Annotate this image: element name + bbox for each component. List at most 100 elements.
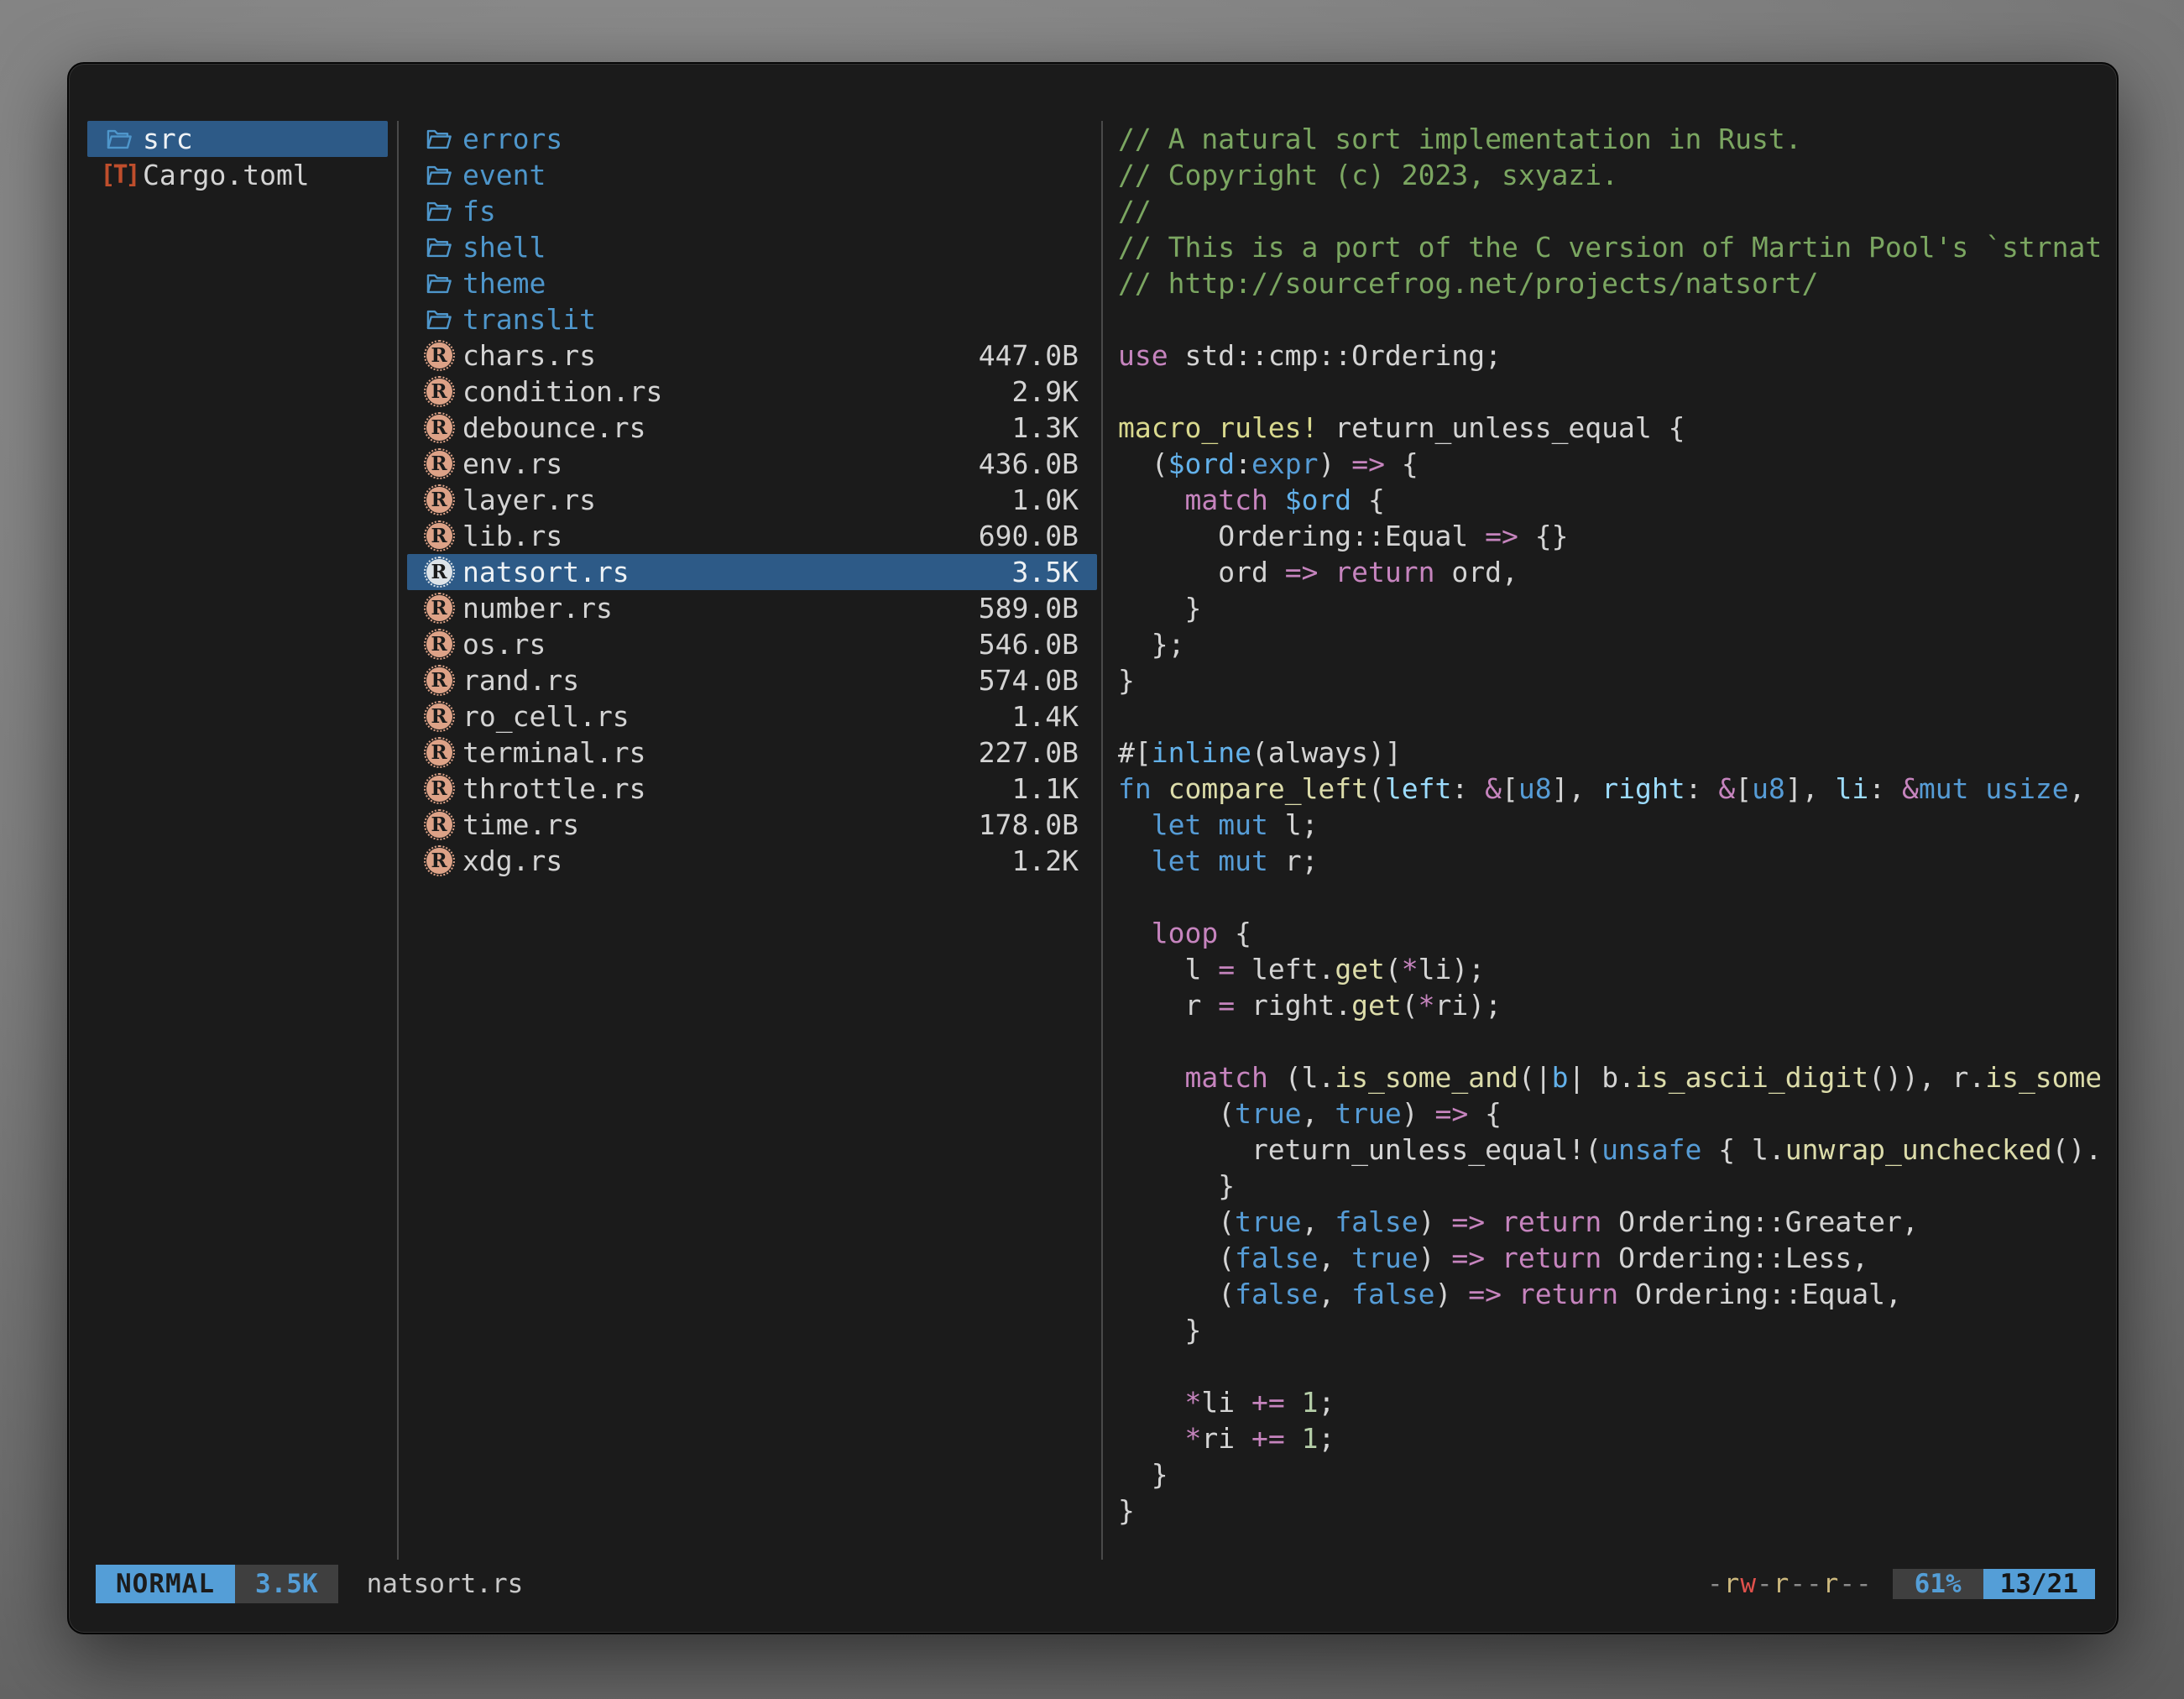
code-line: } xyxy=(1118,1456,2100,1493)
yazi-window: src[T]Cargo.toml errorseventfsshelltheme… xyxy=(67,62,2119,1634)
dir-row-errors[interactable]: errors xyxy=(407,121,1097,157)
code-line xyxy=(1118,1348,2100,1384)
code-line: ($ord:expr) => { xyxy=(1118,446,2100,482)
entry-size: 1.2K xyxy=(1012,843,1097,879)
entry-name: layer.rs xyxy=(462,482,596,518)
file-row-throttle.rs[interactable]: Rthrottle.rs1.1K xyxy=(407,771,1097,807)
file-row-debounce.rs[interactable]: Rdebounce.rs1.3K xyxy=(407,410,1097,446)
entry-name: env.rs xyxy=(462,446,562,482)
file-row-Cargo.toml[interactable]: [T]Cargo.toml xyxy=(87,157,388,193)
file-row-condition.rs[interactable]: Rcondition.rs2.9K xyxy=(407,374,1097,410)
file-row-natsort.rs[interactable]: Rnatsort.rs3.5K xyxy=(407,554,1097,590)
file-size-badge: 3.5K xyxy=(235,1565,338,1603)
rust-file-icon: R xyxy=(422,808,456,842)
entry-name: errors xyxy=(462,121,562,157)
code-line: ord => return ord, xyxy=(1118,554,2100,590)
file-permissions: -rw-r--r-- xyxy=(1707,1569,1873,1599)
current-directory-pane: errorseventfsshellthemetranslitRchars.rs… xyxy=(407,121,1097,879)
entry-size: 546.0B xyxy=(979,626,1097,662)
code-line xyxy=(1118,301,2100,337)
file-row-rand.rs[interactable]: Rrand.rs574.0B xyxy=(407,662,1097,698)
entry-name: ro_cell.rs xyxy=(462,698,630,734)
entry-name: translit xyxy=(462,301,596,337)
entry-size: 690.0B xyxy=(979,518,1097,554)
file-row-number.rs[interactable]: Rnumber.rs589.0B xyxy=(407,590,1097,626)
file-row-os.rs[interactable]: Ros.rs546.0B xyxy=(407,626,1097,662)
code-line: fn compare_left(left: &[u8], right: &[u8… xyxy=(1118,771,2100,807)
rust-file-icon: R xyxy=(422,339,456,373)
code-line: // A natural sort implementation in Rust… xyxy=(1118,121,2100,157)
code-line: loop { xyxy=(1118,915,2100,951)
entry-name: fs xyxy=(462,193,496,229)
file-row-xdg.rs[interactable]: Rxdg.rs1.2K xyxy=(407,843,1097,879)
folder-open-icon xyxy=(422,303,456,337)
code-line: } xyxy=(1118,590,2100,626)
entry-name: natsort.rs xyxy=(462,554,630,590)
entry-name: rand.rs xyxy=(462,662,579,698)
code-line: // xyxy=(1118,193,2100,229)
entry-name: event xyxy=(462,157,546,193)
rust-file-icon: R xyxy=(422,736,456,770)
code-line xyxy=(1118,1023,2100,1059)
entry-size: 1.0K xyxy=(1012,482,1097,518)
entry-name: xdg.rs xyxy=(462,843,562,879)
code-line: (false, true) => return Ordering::Less, xyxy=(1118,1240,2100,1276)
rust-file-icon: R xyxy=(422,484,456,517)
rust-file-icon: R xyxy=(422,664,456,698)
mode-badge: NORMAL xyxy=(96,1565,235,1603)
code-line: return_unless_equal!(unsafe { l.unwrap_u… xyxy=(1118,1132,2100,1168)
cursor-position-badge: 13/21 xyxy=(1983,1569,2095,1599)
entry-size: 3.5K xyxy=(1012,554,1097,590)
entry-name: condition.rs xyxy=(462,374,662,410)
entry-size: 227.0B xyxy=(979,734,1097,771)
code-line xyxy=(1118,374,2100,410)
dir-row-shell[interactable]: shell xyxy=(407,229,1097,265)
entry-name: throttle.rs xyxy=(462,771,646,807)
file-row-lib.rs[interactable]: Rlib.rs690.0B xyxy=(407,518,1097,554)
entry-size: 178.0B xyxy=(979,807,1097,843)
dir-row-src[interactable]: src xyxy=(87,121,388,157)
dir-row-event[interactable]: event xyxy=(407,157,1097,193)
entry-size: 1.3K xyxy=(1012,410,1097,446)
code-line: (true, true) => { xyxy=(1118,1095,2100,1132)
file-row-chars.rs[interactable]: Rchars.rs447.0B xyxy=(407,337,1097,374)
dir-row-fs[interactable]: fs xyxy=(407,193,1097,229)
code-line: // This is a port of the C version of Ma… xyxy=(1118,229,2100,265)
toml-file-icon: [T] xyxy=(102,159,136,192)
code-line xyxy=(1118,698,2100,734)
code-line: let mut l; xyxy=(1118,807,2100,843)
dir-row-translit[interactable]: translit xyxy=(407,301,1097,337)
entry-size: 436.0B xyxy=(979,446,1097,482)
dir-row-theme[interactable]: theme xyxy=(407,265,1097,301)
folder-open-icon xyxy=(422,267,456,301)
code-line: l = left.get(*li); xyxy=(1118,951,2100,987)
entry-name: theme xyxy=(462,265,546,301)
entry-size: 1.1K xyxy=(1012,771,1097,807)
file-row-terminal.rs[interactable]: Rterminal.rs227.0B xyxy=(407,734,1097,771)
code-line: r = right.get(*ri); xyxy=(1118,987,2100,1023)
entry-size: 1.4K xyxy=(1012,698,1097,734)
code-line: *ri += 1; xyxy=(1118,1420,2100,1456)
code-line: } xyxy=(1118,1493,2100,1529)
code-line: // Copyright (c) 2023, sxyazi. xyxy=(1118,157,2100,193)
status-filename: natsort.rs xyxy=(367,1569,524,1599)
folder-open-icon xyxy=(422,195,456,228)
entry-name: number.rs xyxy=(462,590,613,626)
file-row-layer.rs[interactable]: Rlayer.rs 1.0K xyxy=(407,482,1097,518)
code-line: match $ord { xyxy=(1118,482,2100,518)
entry-name: time.rs xyxy=(462,807,579,843)
file-row-time.rs[interactable]: Rtime.rs 178.0B xyxy=(407,807,1097,843)
desktop: { "app": "yazi-file-manager", "colors": … xyxy=(0,0,2184,1699)
code-line: use std::cmp::Ordering; xyxy=(1118,337,2100,374)
file-row-ro_cell.rs[interactable]: Rro_cell.rs1.4K xyxy=(407,698,1097,734)
entry-name: src xyxy=(143,121,193,157)
code-line: *li += 1; xyxy=(1118,1384,2100,1420)
code-line: }; xyxy=(1118,626,2100,662)
entry-name: chars.rs xyxy=(462,337,596,374)
rust-file-icon: R xyxy=(422,520,456,553)
parent-directory-pane: src[T]Cargo.toml xyxy=(87,121,388,193)
pane-divider-left xyxy=(397,121,399,1560)
code-line: macro_rules! return_unless_equal { xyxy=(1118,410,2100,446)
entry-name: os.rs xyxy=(462,626,546,662)
file-row-env.rs[interactable]: Renv.rs436.0B xyxy=(407,446,1097,482)
